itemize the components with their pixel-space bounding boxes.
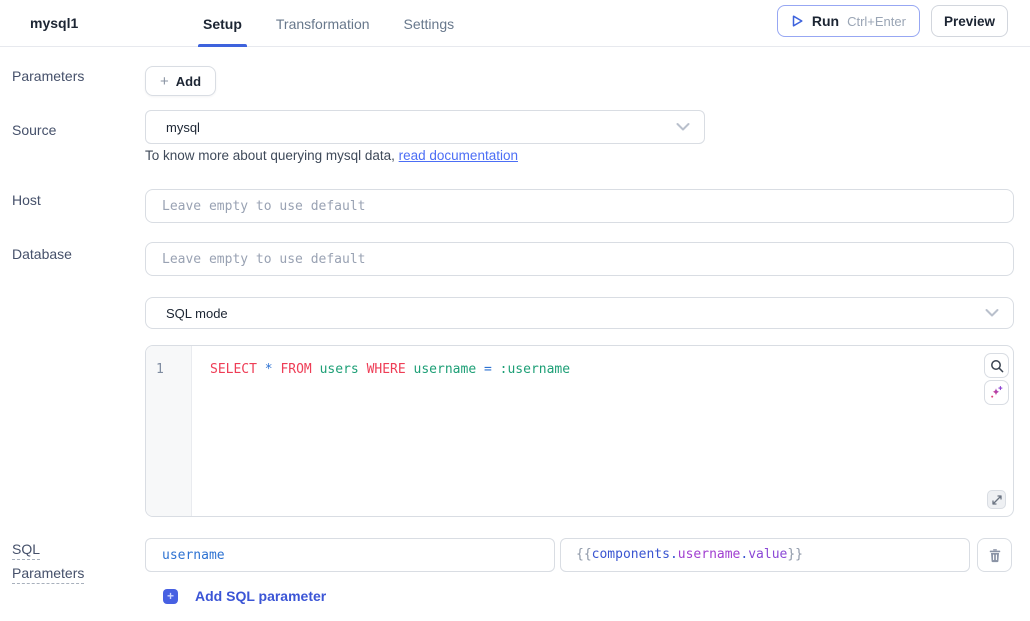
add-parameter-button-label: Add <box>176 74 201 89</box>
ai-sparkle-icon <box>989 385 1004 400</box>
delete-parameter-button[interactable] <box>977 538 1012 572</box>
source-select[interactable]: mysql <box>145 110 705 144</box>
read-documentation-link[interactable]: read documentation <box>399 148 518 163</box>
add-sql-parameter-label: Add SQL parameter <box>195 588 326 604</box>
host-label: Host <box>12 192 41 208</box>
chevron-down-icon <box>985 309 999 318</box>
tab-bar: Setup Transformation Settings <box>198 0 459 47</box>
sql-code-editor[interactable]: 1 SELECT * FROM users WHERE username = :… <box>145 345 1014 517</box>
tab-settings-label: Settings <box>404 16 455 32</box>
plus-icon: + <box>160 74 169 89</box>
editor-search-button[interactable] <box>984 353 1009 378</box>
sql-parameter-key-input[interactable] <box>145 538 555 572</box>
database-label: Database <box>12 246 72 262</box>
host-input[interactable] <box>145 189 1014 223</box>
tab-transformation[interactable]: Transformation <box>271 0 375 47</box>
tab-transformation-label: Transformation <box>276 16 370 32</box>
source-helper-text: To know more about querying mysql data, … <box>145 148 518 163</box>
tab-settings[interactable]: Settings <box>399 0 460 47</box>
chevron-down-icon <box>676 123 690 132</box>
sql-parameters-label-line2: Parameters <box>12 566 84 584</box>
sql-parameters-label: SQL Parameters <box>12 541 84 584</box>
editor-gutter: 1 <box>146 346 192 516</box>
database-input[interactable] <box>145 242 1014 276</box>
plus-square-icon: + <box>163 589 178 604</box>
search-icon <box>990 359 1004 373</box>
sql-code-line[interactable]: SELECT * FROM users WHERE username = :us… <box>210 362 570 377</box>
topbar-actions: Run Ctrl+Enter Preview <box>777 5 1008 37</box>
editor-ai-button[interactable] <box>984 380 1009 405</box>
expand-icon <box>992 495 1002 505</box>
preview-button-label: Preview <box>944 14 995 29</box>
editor-expand-button[interactable] <box>987 490 1006 509</box>
topbar: mysql1 Setup Transformation Settings Run <box>0 0 1030 47</box>
trash-icon <box>988 548 1002 563</box>
sql-parameters-label-line1: SQL <box>12 542 40 560</box>
run-shortcut: Ctrl+Enter <box>847 14 906 29</box>
parameters-label: Parameters <box>12 68 84 84</box>
sql-mode-select-value: SQL mode <box>146 306 228 321</box>
source-label: Source <box>12 122 56 138</box>
source-helper-prefix: To know more about querying mysql data, <box>145 148 399 163</box>
query-editor-page: mysql1 Setup Transformation Settings Run <box>0 0 1030 621</box>
play-icon <box>791 14 804 28</box>
tab-setup-label: Setup <box>203 16 242 32</box>
sql-parameter-value-input[interactable]: {{components.username.value}} <box>560 538 970 572</box>
add-sql-parameter-button[interactable]: + Add SQL parameter <box>163 588 326 604</box>
query-title[interactable]: mysql1 <box>30 0 78 46</box>
sql-mode-select[interactable]: SQL mode <box>145 297 1014 329</box>
add-parameter-button[interactable]: + Add <box>145 66 216 96</box>
preview-button[interactable]: Preview <box>931 5 1008 37</box>
run-button-label: Run <box>812 13 839 29</box>
tab-setup[interactable]: Setup <box>198 0 247 47</box>
line-number: 1 <box>156 362 164 377</box>
run-button[interactable]: Run Ctrl+Enter <box>777 5 920 37</box>
source-select-value: mysql <box>146 120 200 135</box>
